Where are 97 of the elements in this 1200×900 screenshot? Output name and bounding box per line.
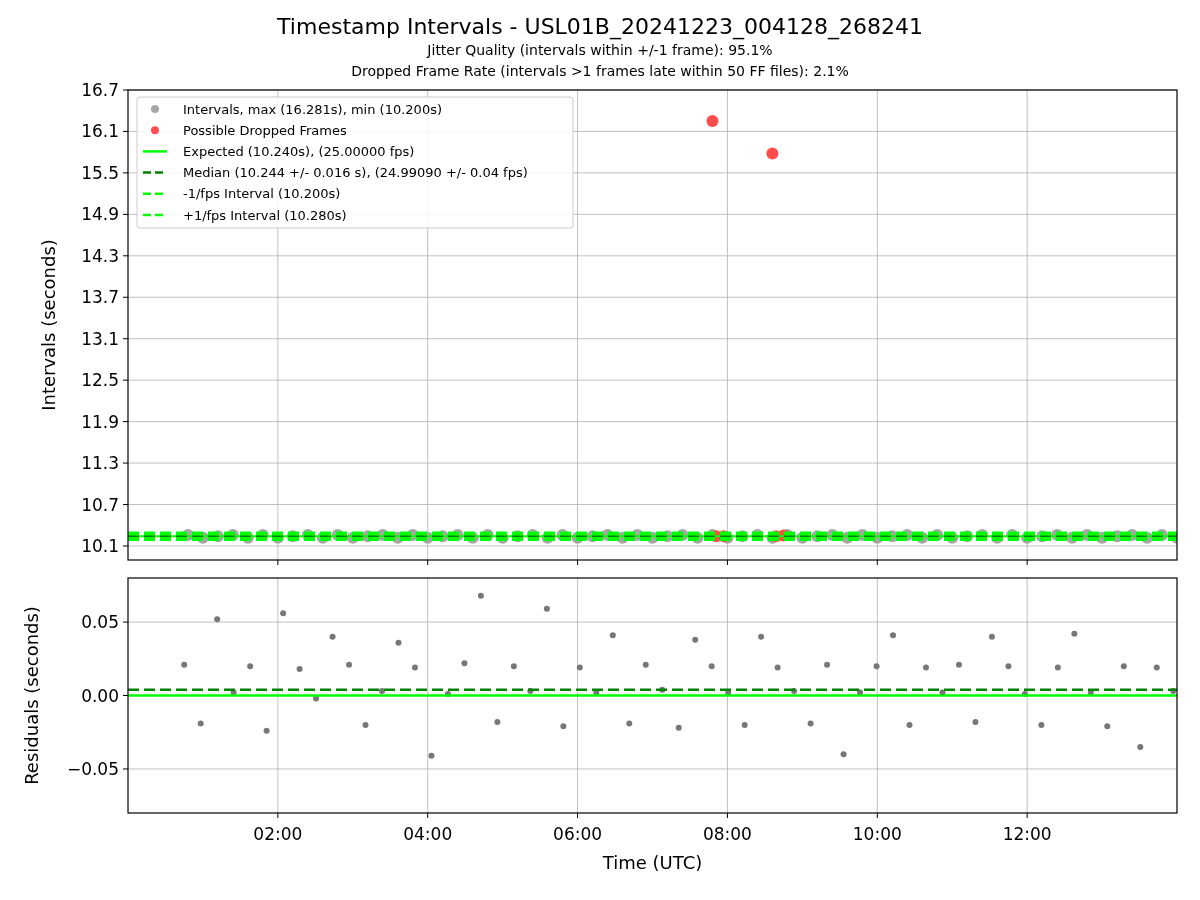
y-tick-label: 13.1 xyxy=(81,328,119,349)
data-point xyxy=(1153,664,1160,671)
data-point xyxy=(197,720,204,727)
y-axis-label: Intervals (seconds) xyxy=(38,239,59,411)
data-point xyxy=(494,718,501,725)
data-point xyxy=(510,663,517,670)
legend-label: Median (10.244 +/- 0.016 s), (24.99090 +/- 0.04 fps) xyxy=(183,165,528,181)
y-axis-label: Residuals (seconds) xyxy=(21,606,42,785)
figure-title: Timestamp Intervals - USL01B_20241223_004128_268241 xyxy=(277,14,923,40)
data-point xyxy=(543,605,550,612)
x-tick-label: 10:00 xyxy=(852,824,902,844)
data-point xyxy=(1137,743,1144,750)
legend-line-icon xyxy=(143,150,167,153)
data-point xyxy=(939,689,946,696)
data-point xyxy=(1170,688,1177,695)
data-point xyxy=(230,689,237,696)
data-point xyxy=(766,147,779,160)
data-point xyxy=(626,720,633,727)
data-point xyxy=(296,666,303,673)
data-point xyxy=(346,661,353,668)
data-point xyxy=(477,592,484,599)
x-tick-label: 06:00 xyxy=(553,824,603,844)
data-point xyxy=(593,689,600,696)
data-point xyxy=(313,695,320,702)
legend-label: +1/fps Interval (10.280s) xyxy=(183,207,347,223)
data-point xyxy=(923,664,929,671)
y-tick-label: 11.9 xyxy=(81,411,119,432)
y-tick-label: 16.1 xyxy=(81,121,119,142)
data-point xyxy=(774,664,781,671)
legend-dot-icon xyxy=(151,126,159,135)
data-point xyxy=(906,721,913,728)
data-point xyxy=(890,632,896,639)
x-tick-label: 02:00 xyxy=(253,824,303,844)
data-point xyxy=(988,633,995,640)
data-point xyxy=(1087,689,1094,696)
data-point xyxy=(675,724,682,731)
data-point xyxy=(560,723,567,730)
data-point xyxy=(873,663,880,670)
data-point xyxy=(1038,721,1045,728)
data-point xyxy=(857,689,864,696)
legend-label: Intervals, max (16.281s), min (10.200s) xyxy=(183,101,442,117)
x-axis-label: Time (UTC) xyxy=(602,852,703,873)
data-point xyxy=(263,727,270,734)
data-point xyxy=(807,720,814,727)
y-tick-label: −0.05 xyxy=(66,758,119,779)
data-point xyxy=(280,610,287,617)
x-tick-label: 12:00 xyxy=(1002,824,1052,844)
y-tick-label: 0.00 xyxy=(81,685,119,706)
data-point xyxy=(461,660,468,667)
data-point xyxy=(362,721,369,728)
y-tick-label: 13.7 xyxy=(81,287,119,308)
y-tick-label: 12.5 xyxy=(81,370,119,391)
data-point xyxy=(708,663,715,670)
y-tick-label: 10.7 xyxy=(81,494,119,515)
data-point xyxy=(576,664,583,671)
legend-dot-icon xyxy=(151,105,159,113)
data-point xyxy=(1120,663,1127,670)
data-point xyxy=(824,661,831,668)
data-point xyxy=(706,115,719,128)
data-point xyxy=(527,688,534,695)
data-point xyxy=(741,721,748,728)
figure-subtitle: Dropped Frame Rate (intervals >1 frames late within 50 FF files): 2.1% xyxy=(351,62,849,81)
data-point xyxy=(247,663,254,670)
data-point xyxy=(692,636,699,643)
data-point xyxy=(1005,663,1012,670)
figure-subtitle: Jitter Quality (intervals within +/-1 frame): 95.1% xyxy=(427,41,773,60)
x-tick-label: 04:00 xyxy=(403,824,453,844)
data-point xyxy=(412,664,418,671)
y-tick-label: 0.05 xyxy=(81,612,119,633)
data-point xyxy=(758,633,765,640)
data-point xyxy=(840,751,847,758)
data-point xyxy=(1071,630,1078,637)
data-point xyxy=(395,639,402,646)
x-tick-label: 08:00 xyxy=(702,824,752,844)
data-point xyxy=(379,688,385,695)
data-point xyxy=(1104,723,1111,730)
data-point xyxy=(1054,664,1061,671)
y-tick-label: 16.7 xyxy=(81,80,119,100)
data-point xyxy=(725,689,732,696)
data-point xyxy=(181,661,188,668)
data-point xyxy=(791,688,798,695)
y-tick-label: 10.1 xyxy=(81,536,119,556)
y-tick-label: 11.3 xyxy=(81,453,119,474)
data-point xyxy=(659,686,666,693)
y-tick-label: 14.3 xyxy=(81,245,119,266)
data-point xyxy=(329,633,336,640)
data-point xyxy=(972,718,979,725)
data-point xyxy=(428,752,435,759)
data-point xyxy=(642,661,649,668)
y-tick-label: 14.9 xyxy=(81,204,119,225)
data-point xyxy=(955,661,962,668)
legend-label: -1/fps Interval (10.200s) xyxy=(183,186,341,202)
data-point xyxy=(214,616,221,623)
y-tick-label: 15.5 xyxy=(81,162,119,183)
legend-label: Possible Dropped Frames xyxy=(183,122,347,138)
data-point xyxy=(609,632,616,639)
legend-label: Expected (10.240s), (25.00000 fps) xyxy=(183,143,415,159)
